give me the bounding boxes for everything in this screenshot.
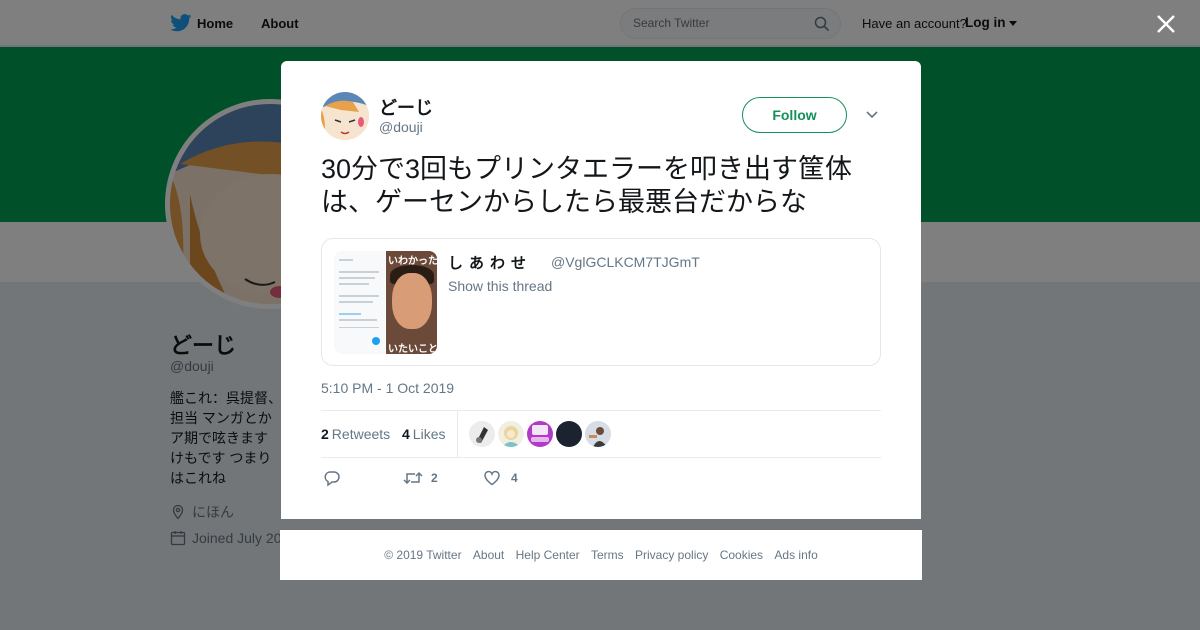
tweet-modal: どーじ @douji Follow 30分で3回もプリンタエラーを叩き出す筐体は…: [281, 61, 921, 519]
quoted-tweet-media[interactable]: いわかった いたいこと: [334, 251, 437, 354]
footer-link-privacy[interactable]: Privacy policy: [635, 548, 708, 562]
retweets-stat[interactable]: 2 Retweets: [321, 426, 390, 442]
footer-link-cookies[interactable]: Cookies: [720, 548, 763, 562]
show-thread-link[interactable]: Show this thread: [448, 278, 552, 294]
follow-button[interactable]: Follow: [742, 97, 847, 133]
footer-link-terms[interactable]: Terms: [591, 548, 624, 562]
quoted-tweet-card[interactable]: いわかった いたいこと しあわせ @VglGCLKCM7TJGmT Show t…: [321, 238, 881, 366]
media-caption-bottom: いたいこと: [388, 344, 437, 354]
retweet-icon: [403, 471, 423, 485]
likes-stat[interactable]: 4 Likes: [402, 426, 445, 442]
thumb-line: [339, 283, 369, 285]
reply-icon: [324, 471, 340, 487]
liker-avatar[interactable]: [556, 421, 582, 447]
photo-face: [392, 273, 432, 329]
liker-avatar[interactable]: [469, 421, 495, 447]
media-caption-top: いわかった: [388, 256, 437, 267]
retweets-label: Retweets: [331, 426, 391, 442]
modal-footer: © 2019 Twitter About Help Center Terms P…: [280, 530, 922, 580]
thumb-line: [339, 327, 379, 328]
quoted-author-handle: @VglGCLKCM7TJGmT: [551, 254, 700, 270]
thumb-line: [339, 313, 361, 315]
thumb-line: [339, 277, 375, 279]
footer-link-ads-info[interactable]: Ads info: [774, 548, 817, 562]
retweets-count: 2: [321, 426, 329, 442]
avatar-illustration: [476, 427, 488, 443]
likes-count: 4: [402, 426, 410, 442]
tweet-actions: 2 4: [321, 467, 881, 491]
footer-link-help-center[interactable]: Help Center: [516, 548, 580, 562]
footer-links: © 2019 Twitter About Help Center Terms P…: [280, 548, 922, 562]
like-count: 4: [511, 471, 518, 485]
quoted-author-name: しあわせ: [448, 255, 533, 272]
avatar-illustration: [589, 427, 607, 447]
heart-icon: [484, 470, 500, 486]
thumb-line: [339, 319, 377, 321]
avatar-illustration: [321, 92, 369, 140]
thumb-line: [339, 301, 373, 303]
footer-link-about[interactable]: About: [473, 548, 504, 562]
thumb-line: [339, 259, 353, 261]
thumb-compose-dot: [372, 337, 380, 345]
tweet-author-avatar[interactable]: [321, 92, 369, 140]
avatar-illustration: [531, 425, 549, 442]
tweet-timestamp[interactable]: 5:10 PM - 1 Oct 2019: [321, 380, 454, 396]
liker-avatar[interactable]: [585, 421, 611, 447]
tweet-author-handle[interactable]: @douji: [379, 119, 423, 135]
thumb-line: [339, 295, 379, 297]
liker-avatar[interactable]: [527, 421, 553, 447]
close-icon[interactable]: [1155, 13, 1177, 35]
tweet-stats: 2 Retweets 4 Likes: [321, 410, 881, 458]
thumb-line: [339, 271, 379, 273]
tweet-author-name[interactable]: どーじ: [379, 94, 433, 120]
avatar-illustration: [502, 426, 520, 447]
liker-avatar[interactable]: [498, 421, 524, 447]
footer-copyright: © 2019 Twitter: [384, 548, 462, 562]
retweet-count: 2: [431, 471, 438, 485]
likes-label: Likes: [412, 426, 446, 442]
chevron-down-icon[interactable]: [865, 109, 879, 121]
tweet-text: 30分で3回もプリンタエラーを叩き出す筐体は、ゲーセンからしたら最悪台だからな: [321, 154, 853, 217]
stats-divider: [457, 411, 458, 457]
media-screenshot-thumbnail: [334, 251, 385, 354]
